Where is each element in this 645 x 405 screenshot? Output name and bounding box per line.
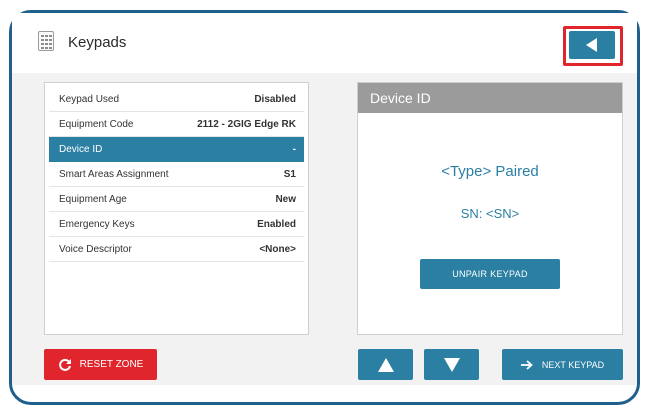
list-row-emergency-keys[interactable]: Emergency Keys Enabled [49,212,304,237]
settings-list: Keypad Used Disabled Equipment Code 2112 - … [44,82,309,335]
row-value: Enabled [257,218,296,230]
next-keypad-button[interactable]: NEXT KEYPAD [502,349,623,380]
device-id-panel-title: Device ID [358,83,622,113]
row-value: <None> [259,243,296,255]
row-label: Voice Descriptor [59,243,132,255]
back-arrow-icon [586,38,597,52]
list-row-voice-descriptor[interactable]: Voice Descriptor <None> [49,237,304,262]
reset-zone-button[interactable]: RESET ZONE [44,349,157,380]
serial-number: SN: <SN> [460,206,520,221]
row-label: Equipment Age [59,193,127,205]
list-row-device-id[interactable]: Device ID - [49,137,304,162]
row-value: Disabled [254,93,296,105]
next-keypad-label: NEXT KEYPAD [541,359,605,370]
row-label: Keypad Used [59,93,120,105]
row-label: Emergency Keys [59,218,135,230]
row-label: Equipment Code [59,118,134,130]
device-id-panel: Device ID <Type> Paired SN: <SN> UNPAIR … [357,82,623,335]
keypad-icon [38,31,54,51]
paired-status: <Type> Paired [441,163,539,180]
scroll-up-button[interactable] [358,349,413,380]
list-row-equipment-code[interactable]: Equipment Code 2112 - 2GIG Edge RK [49,112,304,137]
list-row-equipment-age[interactable]: Equipment Age New [49,187,304,212]
scroll-down-button[interactable] [424,349,479,380]
header-bar: Keypads [12,13,637,73]
list-row-keypad-used[interactable]: Keypad Used Disabled [49,87,304,112]
back-button[interactable] [569,31,615,59]
list-row-smart-areas-assignment[interactable]: Smart Areas Assignment S1 [49,162,304,187]
row-value: New [275,193,296,205]
unpair-keypad-button[interactable]: UNPAIR KEYPAD [420,259,560,289]
arrow-right-icon [520,359,533,370]
triangle-down-icon [443,357,460,372]
row-label: Smart Areas Assignment [59,168,169,180]
page-title: Keypads [68,34,127,51]
reset-icon [58,358,71,371]
row-label: Device ID [59,143,103,155]
reset-zone-label: RESET ZONE [79,359,144,370]
row-value: S1 [283,168,296,180]
triangle-up-icon [377,357,394,372]
row-value: 2112 - 2GIG Edge RK [197,118,296,130]
row-value: - [292,143,296,155]
